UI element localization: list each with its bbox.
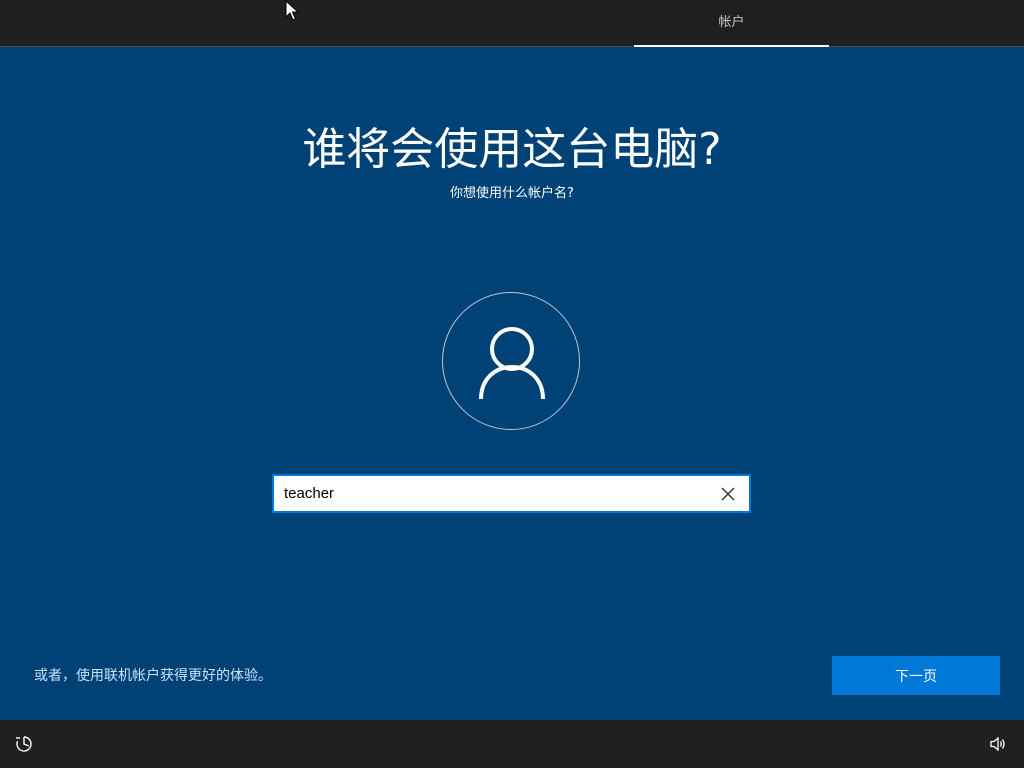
bottom-bar xyxy=(0,720,1024,768)
page-title: 谁将会使用这台电脑? xyxy=(302,124,722,175)
online-account-link[interactable]: 或者，使用联机帐户获得更好的体验。 xyxy=(34,666,272,686)
accessibility-button[interactable] xyxy=(14,734,34,754)
volume-icon xyxy=(990,736,1005,752)
user-icon xyxy=(479,327,545,400)
next-button[interactable]: 下一页 xyxy=(832,656,1000,695)
tab-account[interactable]: 帐户 xyxy=(634,0,829,46)
volume-button[interactable] xyxy=(988,734,1008,754)
top-bar: 帐户 xyxy=(0,0,1024,47)
page-subtitle: 你想使用什么帐户名? xyxy=(450,186,574,201)
avatar xyxy=(442,292,580,430)
clear-input-button[interactable] xyxy=(713,479,743,508)
close-icon xyxy=(721,487,735,500)
oobe-window: 帐户 谁将会使用这台电脑? 你想使用什么帐户名? 或者，使用联机帐户获得更好的体… xyxy=(0,0,1024,768)
accessibility-icon xyxy=(16,736,32,752)
username-field[interactable] xyxy=(272,474,751,513)
active-tab-indicator xyxy=(634,45,829,47)
username-input[interactable] xyxy=(284,476,714,511)
